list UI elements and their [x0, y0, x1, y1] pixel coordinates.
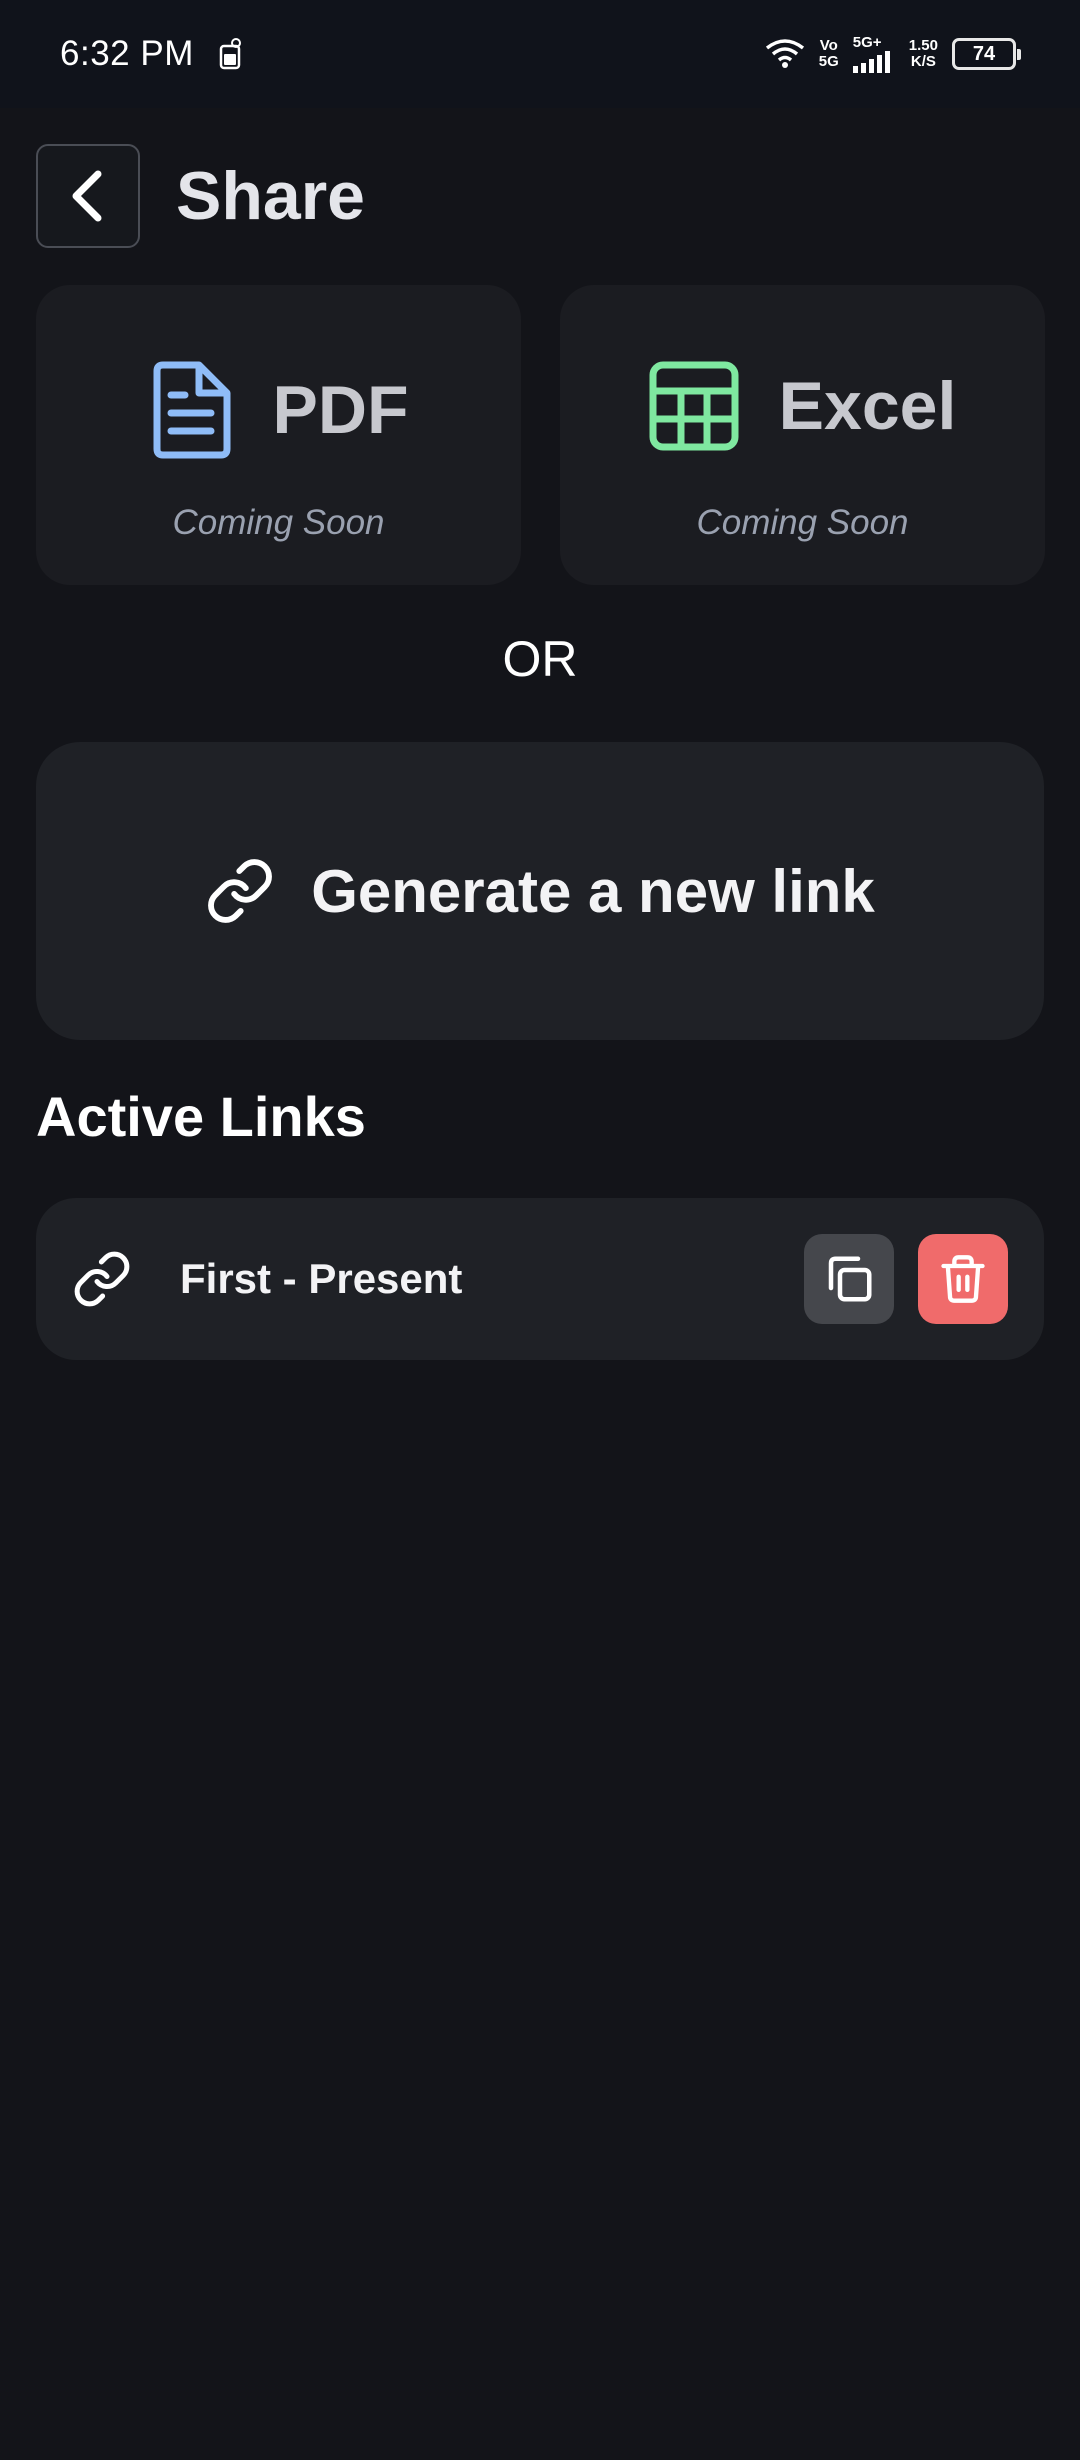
- header: Share: [36, 144, 365, 248]
- wifi-icon: [765, 39, 804, 68]
- battery-level: 74: [972, 42, 996, 65]
- chevron-left-icon: [72, 170, 102, 222]
- volte-indicator: Vo 5G: [818, 37, 839, 70]
- alarm-icon: [219, 38, 241, 70]
- excel-export-card[interactable]: Excel Coming Soon: [560, 285, 1045, 585]
- back-button[interactable]: [36, 144, 140, 248]
- active-links-title: Active Links: [36, 1085, 366, 1148]
- copy-icon: [828, 1256, 872, 1302]
- link-icon: [74, 1251, 130, 1307]
- status-bar: 6:32 PM Vo 5G 5G+ 1.50 K/S 74: [0, 0, 1080, 108]
- table-icon: [649, 361, 739, 451]
- pdf-export-card[interactable]: PDF Coming Soon: [36, 285, 521, 585]
- signal-bars-icon: [852, 51, 890, 73]
- network-speed: 1.50 K/S: [908, 37, 938, 70]
- excel-label: Excel: [778, 368, 957, 444]
- generate-link-button[interactable]: Generate a new link: [36, 742, 1044, 1040]
- battery-indicator: 74: [952, 38, 1021, 70]
- trash-icon: [941, 1255, 985, 1303]
- document-icon: [153, 361, 230, 459]
- copy-link-button[interactable]: [804, 1234, 894, 1324]
- link-icon: [208, 859, 273, 923]
- signal-indicator: 5G+: [852, 35, 895, 73]
- generate-link-label: Generate a new link: [311, 857, 875, 925]
- page-title: Share: [176, 158, 365, 234]
- link-label: First - Present: [180, 1255, 463, 1302]
- pdf-label: PDF: [272, 372, 409, 448]
- link-actions: [804, 1234, 1008, 1324]
- excel-status: Coming Soon: [696, 503, 909, 542]
- delete-link-button[interactable]: [918, 1234, 1008, 1324]
- status-time: 6:32 PM: [60, 34, 194, 73]
- pdf-status: Coming Soon: [172, 503, 385, 542]
- or-divider: OR: [502, 631, 578, 687]
- list-item[interactable]: First - Present: [36, 1198, 1044, 1360]
